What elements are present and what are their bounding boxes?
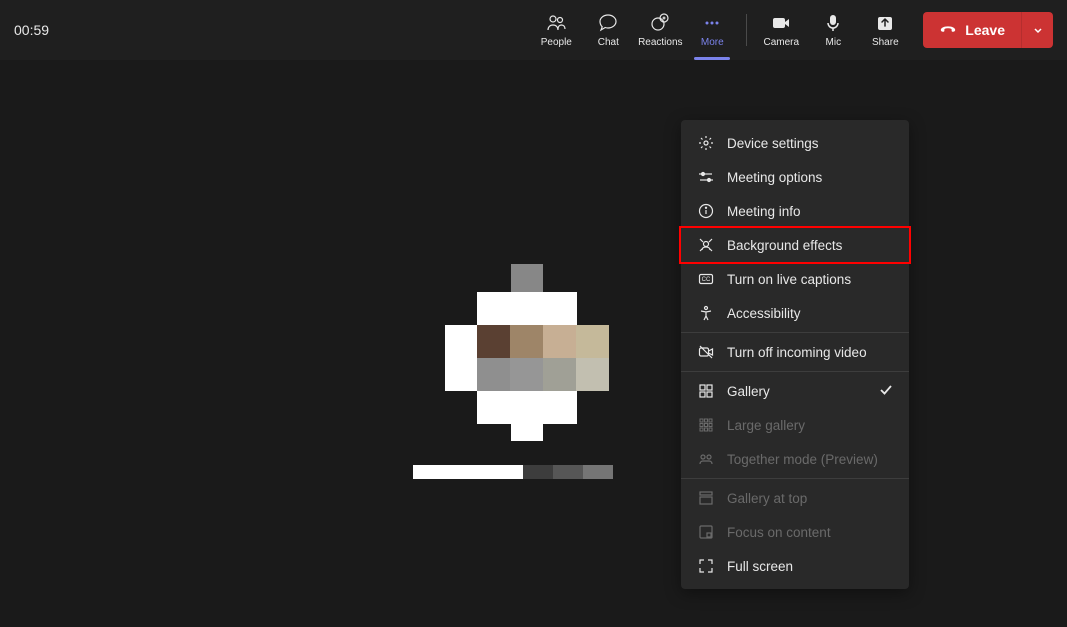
sliders-icon bbox=[697, 168, 715, 186]
menu-item-live-captions[interactable]: CC Turn on live captions bbox=[681, 262, 909, 296]
hangup-icon bbox=[939, 21, 957, 39]
more-button[interactable]: More bbox=[686, 0, 738, 60]
video-off-icon bbox=[697, 343, 715, 361]
camera-icon bbox=[771, 13, 791, 33]
svg-text:CC: CC bbox=[702, 277, 711, 283]
menu-item-background-effects[interactable]: Background effects bbox=[679, 226, 911, 264]
menu-item-device-settings[interactable]: Device settings bbox=[681, 126, 909, 160]
accessibility-icon bbox=[697, 304, 715, 322]
menu-item-full-screen[interactable]: Full screen bbox=[681, 549, 909, 583]
gallery-top-icon bbox=[697, 489, 715, 507]
chat-button[interactable]: Chat bbox=[582, 0, 634, 60]
cc-icon: CC bbox=[697, 270, 715, 288]
reactions-icon bbox=[650, 13, 670, 33]
menu-item-gallery-at-top: Gallery at top bbox=[681, 481, 909, 515]
leave-container: Leave bbox=[923, 12, 1053, 48]
menu-item-meeting-options[interactable]: Meeting options bbox=[681, 160, 909, 194]
fullscreen-icon bbox=[697, 557, 715, 575]
reactions-button[interactable]: Reactions bbox=[634, 0, 686, 60]
menu-section: Gallery at top Focus on content Full bbox=[681, 479, 909, 585]
gear-icon bbox=[697, 134, 715, 152]
menu-item-focus-on-content: Focus on content bbox=[681, 515, 909, 549]
meeting-top-bar: 00:59 People Chat bbox=[0, 0, 1067, 60]
info-icon bbox=[697, 202, 715, 220]
meeting-timer: 00:59 bbox=[14, 22, 49, 38]
share-icon bbox=[875, 13, 895, 33]
background-icon bbox=[697, 236, 715, 254]
menu-item-large-gallery: Large gallery bbox=[681, 408, 909, 442]
menu-item-accessibility[interactable]: Accessibility bbox=[681, 296, 909, 330]
participant-name-bar bbox=[413, 465, 613, 479]
meeting-toolbar: People Chat Reactions bbox=[530, 0, 1053, 60]
menu-item-gallery[interactable]: Gallery bbox=[681, 374, 909, 408]
video-area: Device settings Meeting options bbox=[0, 60, 1067, 627]
people-icon bbox=[546, 13, 566, 33]
chat-icon bbox=[598, 13, 618, 33]
share-button[interactable]: Share bbox=[859, 0, 911, 60]
mic-icon bbox=[823, 13, 843, 33]
participant-avatar bbox=[445, 264, 613, 439]
menu-section: Turn off incoming video bbox=[681, 333, 909, 372]
leave-dropdown-button[interactable] bbox=[1021, 12, 1053, 48]
menu-item-meeting-info[interactable]: Meeting info bbox=[681, 194, 909, 228]
menu-section: Device settings Meeting options bbox=[681, 124, 909, 333]
gallery-icon bbox=[697, 382, 715, 400]
camera-button[interactable]: Camera bbox=[755, 0, 807, 60]
more-dropdown-menu: Device settings Meeting options bbox=[681, 120, 909, 589]
focus-icon bbox=[697, 523, 715, 541]
divider bbox=[746, 14, 747, 46]
people-button[interactable]: People bbox=[530, 0, 582, 60]
menu-item-turn-off-incoming-video[interactable]: Turn off incoming video bbox=[681, 335, 909, 369]
large-gallery-icon bbox=[697, 416, 715, 434]
chevron-down-icon bbox=[1032, 24, 1044, 36]
leave-button[interactable]: Leave bbox=[923, 12, 1021, 48]
menu-section: Gallery bbox=[681, 372, 909, 479]
check-icon bbox=[879, 383, 893, 400]
menu-item-together-mode: Together mode (Preview) bbox=[681, 442, 909, 476]
mic-button[interactable]: Mic bbox=[807, 0, 859, 60]
together-icon bbox=[697, 450, 715, 468]
more-icon bbox=[702, 13, 722, 33]
